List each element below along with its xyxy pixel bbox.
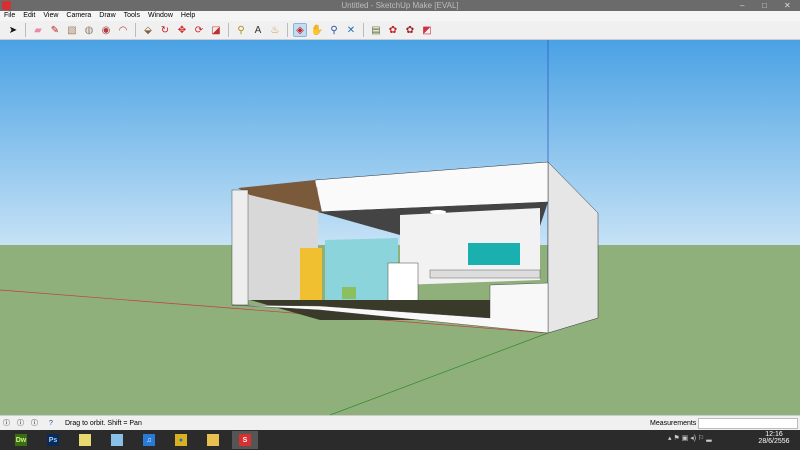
toolbar: ➤ ▰ ✎ ▧ ◍ ◉ ◠ ⬙ ↻ ✥ ⟳ ◪ ⚲ A ♨ ◈ ✋ ⚲ ✕ ▤ ✿ ✿ ◩ xyxy=(0,21,800,40)
window-title: Untitled - SketchUp Make [EVAL] xyxy=(341,1,459,10)
menu-window[interactable]: Window xyxy=(148,11,173,21)
rectangle-icon[interactable]: ▧ xyxy=(65,23,79,37)
status-hint: Drag to orbit. Shift = Pan xyxy=(65,420,142,427)
tablet-app-icon xyxy=(111,434,123,446)
help-icon[interactable]: ? xyxy=(49,416,53,431)
3d-viewport[interactable] xyxy=(0,40,800,415)
taskbar-tablet-app[interactable] xyxy=(104,431,130,449)
zoom-icon[interactable]: ⚲ xyxy=(327,23,341,37)
taskbar-dreamweaver[interactable]: Dw xyxy=(8,431,34,449)
push-pull-icon[interactable]: ⬙ xyxy=(141,23,155,37)
itunes-icon: ♫ xyxy=(143,434,155,446)
polygon-icon[interactable]: ◉ xyxy=(99,23,113,37)
close-button[interactable]: ✕ xyxy=(784,0,791,11)
geo-location-icon[interactable]: ▤ xyxy=(369,23,383,37)
menu-camera[interactable]: Camera xyxy=(66,11,91,21)
file-explorer-icon xyxy=(207,434,219,446)
follow-me-icon[interactable]: ↻ xyxy=(158,23,172,37)
paint-bucket-icon[interactable]: ♨ xyxy=(268,23,282,37)
pan-icon[interactable]: ✋ xyxy=(310,23,324,37)
menu-help[interactable]: Help xyxy=(181,11,195,21)
sketchup-logo-icon xyxy=(2,1,11,10)
toolbar-separator xyxy=(363,23,364,37)
share-model-icon[interactable]: ✿ xyxy=(403,23,417,37)
menu-file[interactable]: File xyxy=(4,11,15,21)
rotate-icon[interactable]: ⟳ xyxy=(192,23,206,37)
arc-icon[interactable]: ◠ xyxy=(116,23,130,37)
menu-view[interactable]: View xyxy=(43,11,58,21)
circle-icon[interactable]: ◍ xyxy=(82,23,96,37)
select-icon[interactable]: ➤ xyxy=(6,23,20,37)
warehouse-icon[interactable]: ✿ xyxy=(386,23,400,37)
clock[interactable]: 12:16 28/6/2556 xyxy=(752,431,796,445)
eraser-icon[interactable]: ▰ xyxy=(31,23,45,37)
toolbar-separator xyxy=(228,23,229,37)
geo-location-status-icon[interactable]: ⓘ xyxy=(3,416,10,431)
measurements-input[interactable] xyxy=(698,418,798,429)
toolbar-separator xyxy=(135,23,136,37)
taskbar: Dw Ps ♫ ● S ▴ ⚑ ▣ ◂) ⚐ ▂ 12:16 28/6/2556 xyxy=(0,430,800,450)
taskbar-sketchup[interactable]: S xyxy=(232,431,258,449)
orbit-icon[interactable]: ◈ xyxy=(293,23,307,37)
move-icon[interactable]: ✥ xyxy=(175,23,189,37)
text-icon[interactable]: A xyxy=(251,23,265,37)
taskbar-notes[interactable] xyxy=(72,431,98,449)
dreamweaver-icon: Dw xyxy=(15,434,27,446)
minimize-button[interactable]: – xyxy=(740,0,744,11)
menu-draw[interactable]: Draw xyxy=(99,11,115,21)
clock-date: 28/6/2556 xyxy=(758,438,790,445)
clock-time: 12:16 xyxy=(765,431,783,438)
notes-icon xyxy=(79,434,91,446)
menu-bar: File Edit View Camera Draw Tools Window Help xyxy=(0,11,800,21)
taskbar-file-explorer[interactable] xyxy=(200,431,226,449)
title-bar: Untitled - SketchUp Make [EVAL] – □ ✕ xyxy=(0,0,800,11)
toolbar-separator xyxy=(287,23,288,37)
maximize-button[interactable]: □ xyxy=(762,0,767,11)
scale-icon[interactable]: ◪ xyxy=(209,23,223,37)
taskbar-chrome[interactable]: ● xyxy=(168,431,194,449)
taskbar-itunes[interactable]: ♫ xyxy=(136,431,162,449)
menu-edit[interactable]: Edit xyxy=(23,11,35,21)
sketchup-icon: S xyxy=(239,434,251,446)
measurements-label: Measurements xyxy=(650,420,697,427)
chrome-icon: ● xyxy=(175,434,187,446)
user-icon[interactable]: ⓘ xyxy=(31,416,38,431)
taskbar-photoshop[interactable]: Ps xyxy=(40,431,66,449)
tray-icons[interactable]: ▴ ⚑ ▣ ◂) ⚐ ▂ xyxy=(668,434,712,442)
tape-measure-icon[interactable]: ⚲ xyxy=(234,23,248,37)
status-bar: ⓘ ⓘ ⓘ ? Drag to orbit. Shift = Pan Measu… xyxy=(0,415,800,430)
extension-warehouse-icon[interactable]: ◩ xyxy=(420,23,434,37)
toolbar-separator xyxy=(25,23,26,37)
menu-tools[interactable]: Tools xyxy=(124,11,140,21)
zoom-extents-icon[interactable]: ✕ xyxy=(344,23,358,37)
pencil-icon[interactable]: ✎ xyxy=(48,23,62,37)
photoshop-icon: Ps xyxy=(47,434,59,446)
credits-icon[interactable]: ⓘ xyxy=(17,416,24,431)
